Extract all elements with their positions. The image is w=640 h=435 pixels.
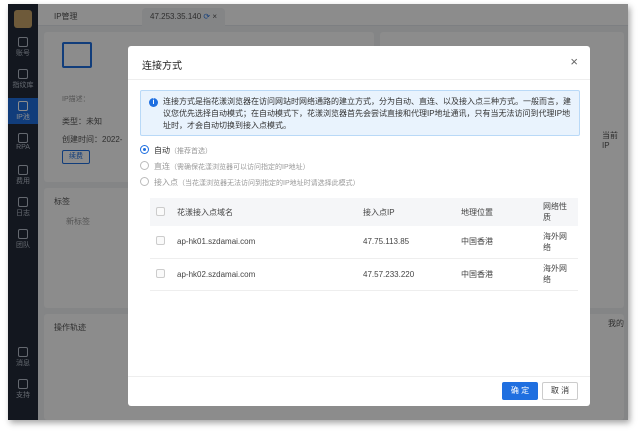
col-location: 地理位置	[455, 198, 537, 226]
radio-direct[interactable]: 直连（需确保花漾浏览器可以访问指定的IP地址）	[140, 160, 310, 174]
domain-cell[interactable]: ap-hk01.szdamai.com	[171, 226, 357, 259]
location-cell: 中国香港	[455, 226, 537, 259]
ip-cell: 47.75.113.85	[357, 226, 455, 259]
radio-access-point[interactable]: 接入点（当花漾浏览器无法访问到指定的IP地址时请选择此模式）	[140, 176, 360, 190]
ok-button[interactable]: 确 定	[502, 382, 538, 400]
dialog-header: 连接方式 ×	[128, 46, 590, 80]
radio-selected-icon[interactable]	[140, 145, 149, 154]
network-cell: 海外网络	[537, 226, 578, 259]
network-cell: 海外网络	[537, 258, 578, 291]
table-row[interactable]: ap-hk01.szdamai.com 47.75.113.85 中国香港 海外…	[150, 226, 578, 259]
dialog-title: 连接方式	[142, 61, 182, 72]
info-box: i 连接方式是指花漾浏览器在访问网站时网络通路的建立方式，分为自动、直连、以及接…	[140, 90, 580, 136]
location-cell: 中国香港	[455, 258, 537, 291]
col-domain: 花漾接入点域名	[171, 198, 357, 226]
radio-icon[interactable]	[140, 161, 149, 170]
info-text: 连接方式是指花漾浏览器在访问网站时网络通路的建立方式，分为自动、直连、以及接入点…	[163, 97, 571, 130]
radio-icon[interactable]	[140, 177, 149, 186]
col-ip: 接入点IP	[357, 198, 455, 226]
select-all-checkbox[interactable]	[156, 206, 165, 216]
close-icon[interactable]: ×	[570, 54, 578, 69]
domain-cell[interactable]: ap-hk02.szdamai.com	[171, 258, 357, 291]
table-header-row: 花漾接入点域名 接入点IP 地理位置 网络性质	[150, 198, 578, 226]
ip-cell: 47.57.233.220	[357, 258, 455, 291]
info-icon: i	[149, 98, 158, 107]
access-point-table: 花漾接入点域名 接入点IP 地理位置 网络性质 ap-hk01.szdamai.…	[150, 198, 578, 291]
row-checkbox[interactable]	[156, 236, 165, 246]
cancel-button[interactable]: 取 消	[542, 382, 578, 400]
table-row[interactable]: ap-hk02.szdamai.com 47.57.233.220 中国香港 海…	[150, 258, 578, 291]
col-network: 网络性质	[537, 198, 578, 226]
app-window: 账号 指纹库 IP池 RPA 费用 日志 团队 消息 支持 IP管理 47.25…	[8, 4, 628, 420]
row-checkbox[interactable]	[156, 268, 165, 278]
radio-auto[interactable]: 自动（推荐首选）	[140, 144, 212, 158]
connection-mode-dialog: 连接方式 × i 连接方式是指花漾浏览器在访问网站时网络通路的建立方式，分为自动…	[128, 46, 590, 406]
dialog-footer: 确 定 取 消	[128, 376, 590, 406]
